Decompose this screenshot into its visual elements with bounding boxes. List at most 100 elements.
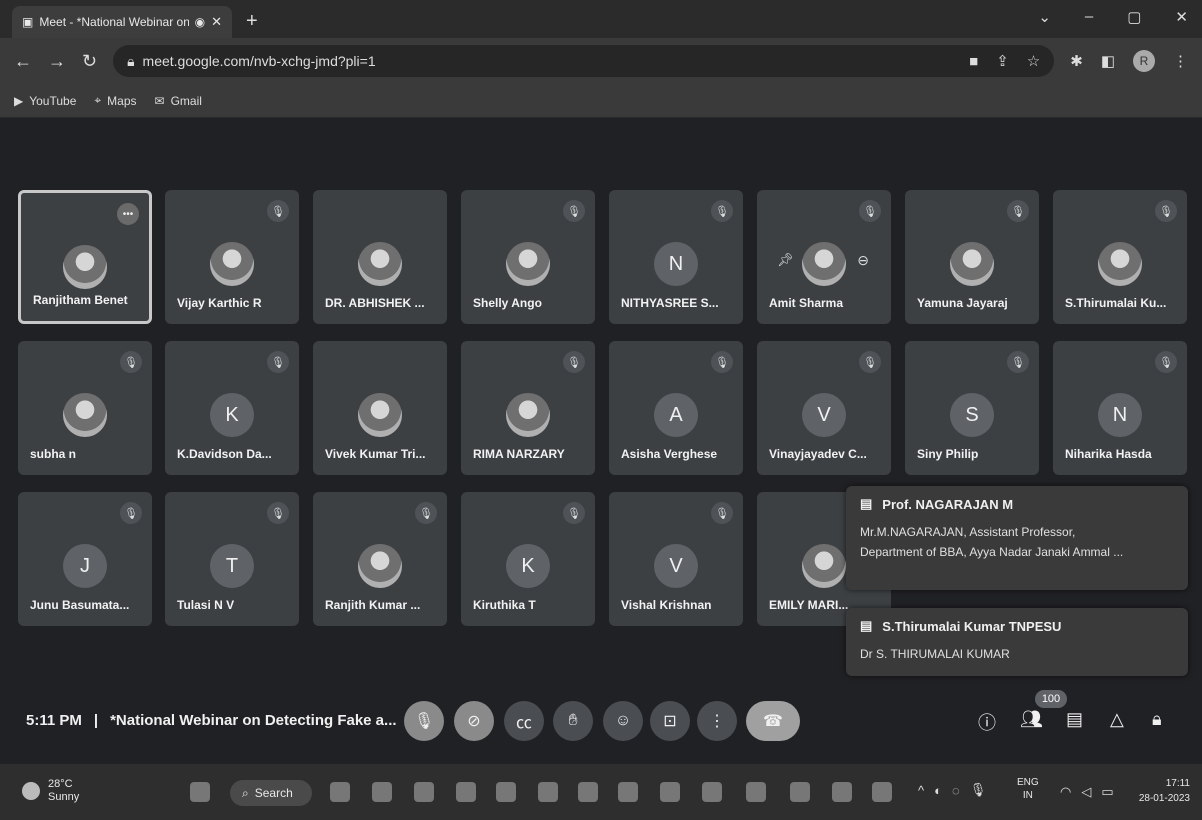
volume-icon[interactable]: ◁ (1081, 784, 1091, 800)
chrome-icon[interactable] (538, 782, 558, 802)
participant-avatar (506, 242, 550, 286)
tab-search-icon[interactable]: ⌄ (1038, 8, 1051, 26)
participant-tile[interactable]: 🎙︎ 📌︎ ⊖ Amit Sharma (757, 190, 891, 324)
wifi-icon[interactable]: ◠ (1060, 784, 1071, 800)
mic-off-button[interactable]: 🎙︎ (404, 701, 444, 741)
present-icon: ⊡ (663, 713, 677, 730)
store-icon[interactable] (456, 782, 476, 802)
participant-tile[interactable]: Vivek Kumar Tri... (313, 341, 447, 475)
participant-name: Vinayjayadev C... (769, 447, 867, 461)
clock[interactable]: 17:11 28-01-2023 (1139, 776, 1190, 806)
remove-icon[interactable]: ⊖ (857, 252, 869, 269)
raise-hand-button[interactable]: ✋︎ (553, 701, 593, 741)
participant-tile[interactable]: N 🎙︎ NITHYASREE S... (609, 190, 743, 324)
participant-name: Kiruthika T (473, 598, 536, 612)
clock-time: 17:11 (1165, 778, 1190, 789)
participant-name: Niharika Hasda (1065, 447, 1152, 461)
pin-icon[interactable]: 📌︎ (777, 252, 794, 268)
menu-icon[interactable]: ⋮ (1173, 52, 1188, 70)
chrome-icon[interactable] (790, 782, 810, 802)
bookmark-star-icon[interactable]: ☆ (1027, 52, 1040, 70)
participant-tile[interactable]: T 🎙︎ Tulasi N V (165, 492, 299, 626)
maximize-icon[interactable]: ▢ (1127, 8, 1141, 26)
participant-tile[interactable]: V 🎙︎ Vishal Krishnan (609, 492, 743, 626)
whatsapp-icon[interactable] (660, 782, 680, 802)
browser-tab-meet[interactable]: ▣ Meet - *National Webinar on ◉ ✕ (12, 6, 232, 38)
extensions-icon[interactable]: ✱ (1070, 52, 1083, 70)
start-icon[interactable] (190, 782, 210, 802)
sidepanel-icon[interactable]: ◧ (1101, 52, 1115, 70)
mic-muted-icon: 🎙︎ (1155, 200, 1177, 222)
tray-app-icon[interactable]: ◐ (934, 783, 942, 798)
participant-tile[interactable]: 🎙︎ RIMA NARZARY (461, 341, 595, 475)
participant-tile[interactable]: 🎙︎ subha n (18, 341, 152, 475)
participant-tile[interactable]: 🎙︎ Vijay Karthic R (165, 190, 299, 324)
bookmark-gmail[interactable]: ✉ Gmail (155, 94, 202, 108)
camera-off-icon: ⊘ (467, 713, 481, 730)
reactions-button[interactable]: ☺ (603, 701, 643, 741)
forward-icon[interactable]: → (48, 51, 66, 72)
leave-call-button[interactable]: ☎︎ (746, 701, 800, 741)
participant-tile[interactable]: N 🎙︎ Niharika Hasda (1053, 341, 1187, 475)
address-bar: ← → ↻ 🔒︎ meet.google.com/nvb-xchg-jmd?pl… (0, 38, 1202, 84)
file-explorer-icon[interactable] (414, 782, 434, 802)
participant-tile[interactable]: 🎙︎ Yamuna Jayaraj (905, 190, 1039, 324)
task-view-icon[interactable] (330, 782, 350, 802)
camera-icon[interactable]: ■ (969, 53, 978, 70)
share-icon[interactable]: ⇪ (996, 52, 1009, 70)
minimize-icon[interactable]: – (1085, 8, 1093, 26)
chat-message-line: Dr S. THIRUMALAI KUMAR (860, 647, 1010, 661)
chat-panel-icon[interactable]: ▤ (1066, 709, 1083, 730)
windows-taskbar: 28°C Sunny ⌕ Search ^ ◐ ◌ 🎙︎ ENG IN ◠ ◁ … (0, 764, 1202, 820)
chat-notification[interactable]: ▤ S.Thirumalai Kumar TNPESU Dr S. THIRUMA… (846, 608, 1188, 676)
meeting-info-icon[interactable]: ⓘ (978, 709, 996, 735)
taskbar-search[interactable]: ⌕ Search (230, 780, 312, 806)
chat-notification[interactable]: ▤ Prof. NAGARAJAN M Mr.M.NAGARAJAN, Assis… (846, 486, 1188, 590)
host-controls-icon[interactable]: 🔒︎ (1152, 709, 1162, 730)
app-icon[interactable] (578, 782, 598, 802)
participant-tile[interactable]: ••• Ranjitham Benet (18, 190, 152, 324)
app-icon[interactable] (496, 782, 516, 802)
camera-off-button[interactable]: ⊘ (454, 701, 494, 741)
reload-icon[interactable]: ↻ (82, 51, 97, 72)
new-tab-button[interactable]: + (246, 10, 258, 33)
chevron-up-icon[interactable]: ^ (918, 783, 924, 798)
participant-tile[interactable]: V 🎙︎ Vinayjayadev C... (757, 341, 891, 475)
close-window-icon[interactable]: ✕ (1175, 8, 1188, 26)
app-icon[interactable] (832, 782, 852, 802)
bookmark-maps[interactable]: ⌖ Maps (94, 93, 136, 108)
back-icon[interactable]: ← (14, 51, 32, 72)
edge-icon[interactable] (618, 782, 638, 802)
people-icon[interactable]: 👥︎ (1020, 709, 1043, 730)
weather-widget[interactable]: 28°C Sunny (22, 778, 79, 804)
tray-app-icon[interactable]: ◌ (952, 783, 960, 798)
browser-tab-bar: ▣ Meet - *National Webinar on ◉ ✕ + ⌄ – … (0, 0, 1202, 38)
profile-avatar[interactable]: R (1133, 50, 1155, 72)
participant-tile[interactable]: 🎙︎ Shelly Ango (461, 190, 595, 324)
tab-close-icon[interactable]: ✕ (211, 14, 222, 30)
participant-tile[interactable]: S 🎙︎ Siny Philip (905, 341, 1039, 475)
participant-tile[interactable]: A 🎙︎ Asisha Verghese (609, 341, 743, 475)
url-input[interactable]: 🔒︎ meet.google.com/nvb-xchg-jmd?pli=1 ■ … (113, 45, 1055, 77)
chat-app-icon[interactable] (372, 782, 392, 802)
language-indicator[interactable]: ENG IN (1017, 776, 1039, 802)
more-options-button[interactable]: ⋮ (697, 701, 737, 741)
more-options-icon[interactable]: ••• (117, 203, 139, 225)
participant-tile[interactable]: 🎙︎ S.Thirumalai Ku... (1053, 190, 1187, 324)
present-button[interactable]: ⊡ (650, 701, 690, 741)
mic-tray-icon[interactable]: 🎙︎ (970, 782, 987, 798)
mic-muted-icon: 🎙︎ (563, 502, 585, 524)
phone-hangup-icon: ☎︎ (763, 713, 783, 730)
app-icon[interactable] (872, 782, 892, 802)
chrome-icon[interactable] (746, 782, 766, 802)
activities-icon[interactable]: △ (1110, 709, 1124, 730)
app-icon[interactable] (702, 782, 722, 802)
participant-tile[interactable]: K 🎙︎ Kiruthika T (461, 492, 595, 626)
bookmark-youtube[interactable]: ▶ YouTube (14, 94, 76, 108)
battery-icon[interactable]: ▭ (1101, 784, 1113, 800)
captions-button[interactable]: ㏄ (504, 701, 544, 741)
participant-tile[interactable]: J 🎙︎ Junu Basumata... (18, 492, 152, 626)
participant-tile[interactable]: K 🎙︎ K.Davidson Da... (165, 341, 299, 475)
participant-tile[interactable]: 🎙︎ Ranjith Kumar ... (313, 492, 447, 626)
participant-tile[interactable]: DR. ABHISHEK ... (313, 190, 447, 324)
